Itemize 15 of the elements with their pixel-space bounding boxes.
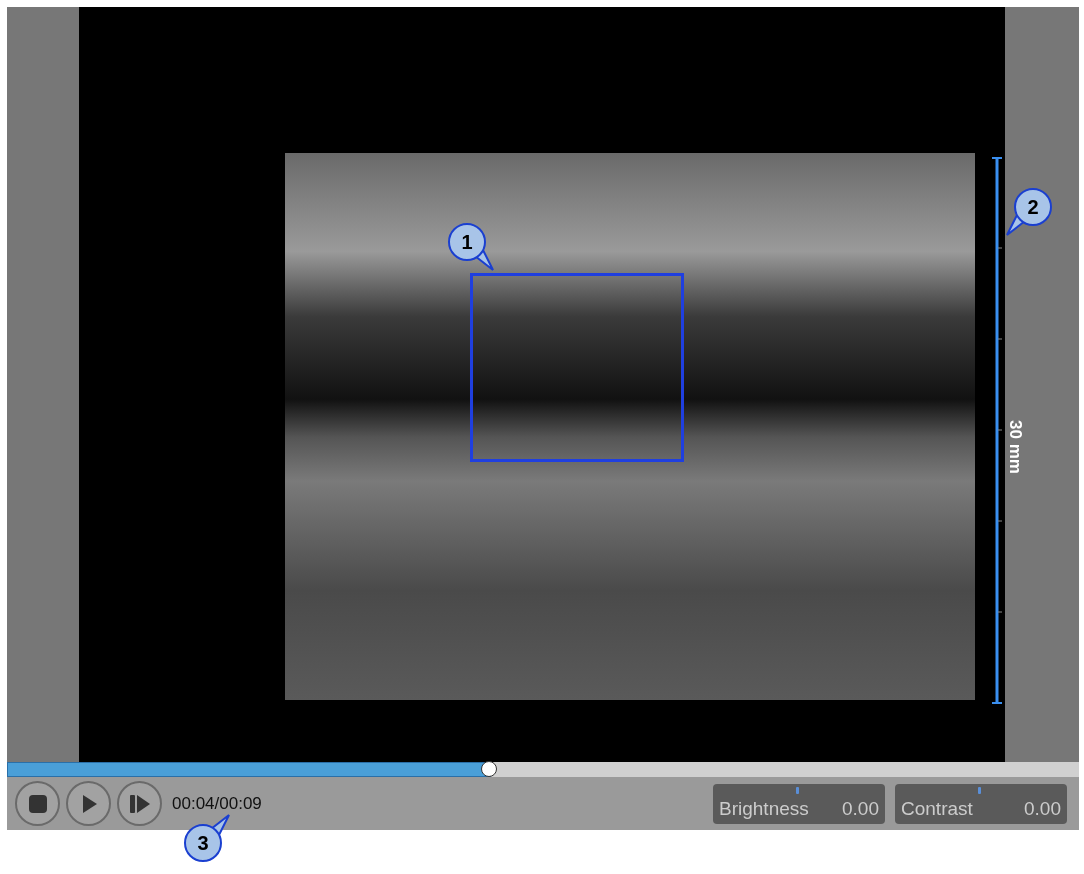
adjustment-value: 0.00 xyxy=(842,797,879,820)
stop-icon xyxy=(26,792,49,815)
stop-button[interactable] xyxy=(15,781,60,826)
adjustment-slider[interactable]: Brightness 0.00 xyxy=(713,783,885,824)
play-button[interactable] xyxy=(66,781,111,826)
adjustment-label: Brightness xyxy=(719,797,809,820)
step-forward-icon xyxy=(128,792,151,815)
slider-marker[interactable] xyxy=(978,786,982,794)
adjustment-value: 0.00 xyxy=(1024,797,1061,820)
slider-marker[interactable] xyxy=(796,786,800,794)
adjustment-label: Contrast xyxy=(901,797,973,820)
scale-label: 30 mm xyxy=(1005,420,1025,474)
playback-time: 00:04/00:09 xyxy=(172,793,263,814)
step-forward-button[interactable] xyxy=(117,781,162,826)
adjustment-slider[interactable]: Contrast 0.00 xyxy=(895,783,1067,824)
